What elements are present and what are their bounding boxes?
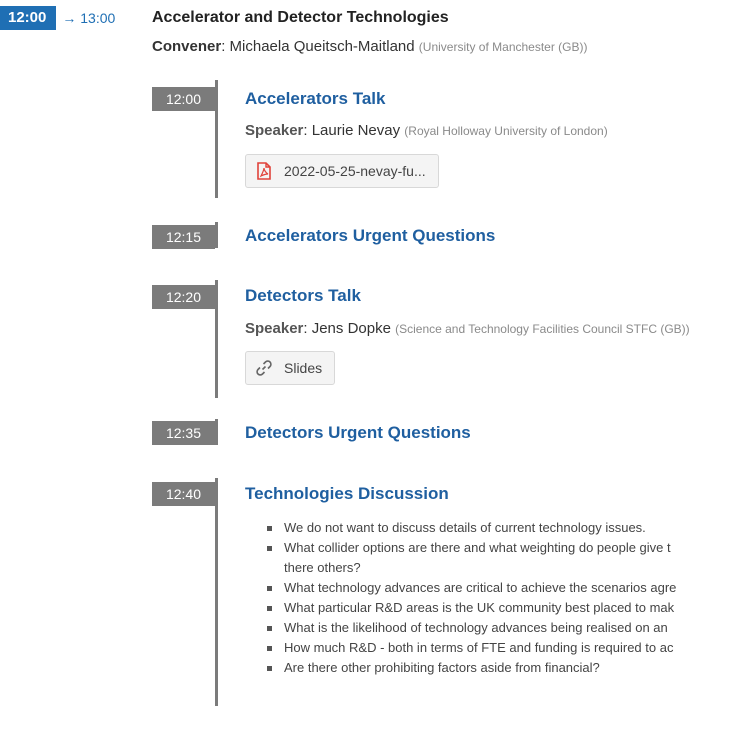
link-icon	[254, 358, 274, 378]
contribution-time-badge: 12:00	[152, 87, 215, 111]
session-start-time: 12:00	[0, 6, 57, 30]
session-time-range: 12:00 → 13:00	[0, 6, 115, 30]
pdf-icon	[254, 161, 274, 181]
timeline-line	[215, 80, 218, 198]
timetable-page: 12:00 → 13:00 Accelerator and Detector T…	[0, 0, 741, 731]
speaker-label: Speaker	[245, 320, 304, 337]
list-item-continuation: there others?	[284, 560, 361, 575]
convener-affiliation: (University of Manchester (GB))	[418, 40, 588, 54]
contribution-time-badge: 12:35	[152, 421, 215, 445]
list-item: What is the likelihood of technology adv…	[267, 618, 741, 638]
convener-label: Convener	[152, 38, 222, 55]
contribution-time-badge: 12:15	[152, 225, 215, 249]
contribution-title-link[interactable]: Detectors Urgent Questions	[245, 423, 471, 443]
timeline-line	[215, 478, 218, 706]
timeline-line	[215, 222, 218, 248]
timeline-line	[215, 280, 218, 398]
attachment-button[interactable]: 2022-05-25-nevay-fu...	[245, 154, 439, 188]
contribution-title-link[interactable]: Accelerators Urgent Questions	[245, 226, 495, 246]
contribution-time-badge: 12:20	[152, 285, 215, 309]
session-title: Accelerator and Detector Technologies	[152, 9, 449, 26]
contribution-speaker: Speaker: Jens Dopke (Science and Technol…	[245, 320, 690, 337]
contribution-title-link[interactable]: Detectors Talk	[245, 286, 361, 306]
contribution-speaker: Speaker: Laurie Nevay (Royal Holloway Un…	[245, 122, 608, 139]
speaker-name[interactable]: Jens Dopke	[312, 320, 391, 337]
slides-button[interactable]: Slides	[245, 351, 336, 385]
list-item: We do not want to discuss details of cur…	[267, 518, 741, 538]
discussion-points: We do not want to discuss details of cur…	[267, 518, 741, 678]
list-item: What particular R&D areas is the UK comm…	[267, 598, 741, 618]
session-end-time: → 13:00	[62, 10, 116, 26]
speaker-affiliation: (Science and Technology Facilities Counc…	[395, 322, 690, 336]
speaker-label: Speaker	[245, 122, 304, 139]
session-convener: Convener: Michaela Queitsch-Maitland (Un…	[152, 38, 588, 55]
contribution-title-link[interactable]: Accelerators Talk	[245, 89, 385, 109]
attachment-label: Slides	[284, 360, 323, 376]
list-item: What technology advances are critical to…	[267, 578, 741, 598]
speaker-affiliation: (Royal Holloway University of London)	[404, 124, 608, 138]
contribution-title-link[interactable]: Technologies Discussion	[245, 484, 449, 504]
contribution-time-badge: 12:40	[152, 482, 215, 506]
timeline-line	[215, 419, 218, 445]
list-item: How much R&D - both in terms of FTE and …	[267, 638, 741, 658]
speaker-name[interactable]: Laurie Nevay	[312, 122, 400, 139]
list-item: Are there other prohibiting factors asid…	[267, 658, 741, 678]
list-item: What collider options are there and what…	[267, 538, 741, 558]
attachment-label: 2022-05-25-nevay-fu...	[284, 163, 426, 179]
convener-name[interactable]: Michaela Queitsch-Maitland	[230, 38, 415, 55]
